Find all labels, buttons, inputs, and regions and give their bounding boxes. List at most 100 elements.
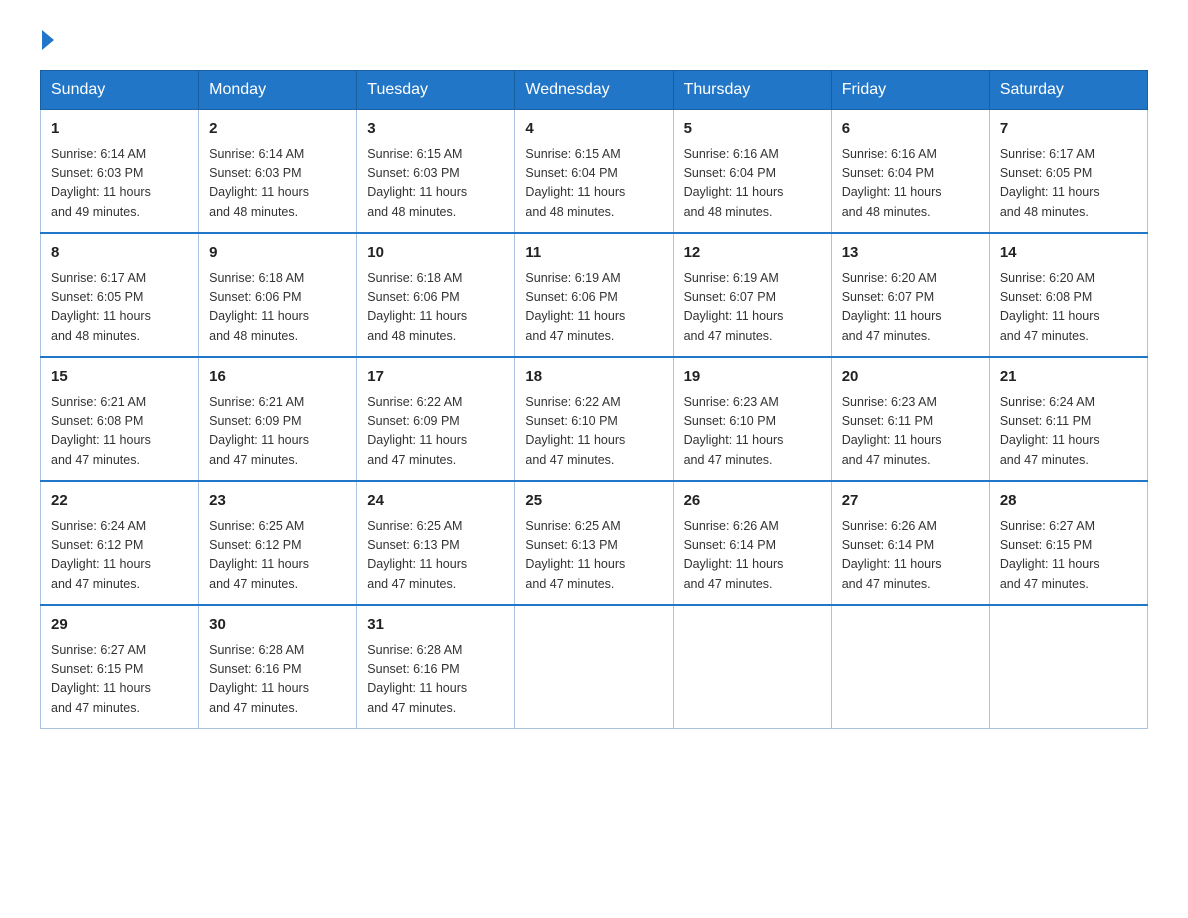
calendar-header-tuesday: Tuesday (357, 71, 515, 110)
day-info: Sunrise: 6:21 AMSunset: 6:09 PMDaylight:… (209, 393, 346, 471)
day-info: Sunrise: 6:16 AMSunset: 6:04 PMDaylight:… (842, 145, 979, 223)
calendar-cell: 16 Sunrise: 6:21 AMSunset: 6:09 PMDayligh… (199, 357, 357, 481)
day-number: 9 (209, 242, 346, 265)
day-number: 22 (51, 490, 188, 513)
day-info: Sunrise: 6:26 AMSunset: 6:14 PMDaylight:… (684, 517, 821, 595)
day-info: Sunrise: 6:19 AMSunset: 6:06 PMDaylight:… (525, 269, 662, 347)
day-info: Sunrise: 6:18 AMSunset: 6:06 PMDaylight:… (209, 269, 346, 347)
calendar-cell: 1 Sunrise: 6:14 AMSunset: 6:03 PMDaylight… (41, 110, 199, 234)
page-header (40, 30, 1148, 50)
calendar-cell: 24 Sunrise: 6:25 AMSunset: 6:13 PMDayligh… (357, 481, 515, 605)
day-number: 12 (684, 242, 821, 265)
day-number: 3 (367, 118, 504, 141)
calendar-header-row: SundayMondayTuesdayWednesdayThursdayFrid… (41, 71, 1148, 110)
day-number: 24 (367, 490, 504, 513)
calendar-week-row: 22 Sunrise: 6:24 AMSunset: 6:12 PMDayligh… (41, 481, 1148, 605)
calendar-week-row: 1 Sunrise: 6:14 AMSunset: 6:03 PMDaylight… (41, 110, 1148, 234)
day-number: 1 (51, 118, 188, 141)
calendar-cell: 2 Sunrise: 6:14 AMSunset: 6:03 PMDaylight… (199, 110, 357, 234)
day-info: Sunrise: 6:23 AMSunset: 6:11 PMDaylight:… (842, 393, 979, 471)
calendar-header-thursday: Thursday (673, 71, 831, 110)
logo (40, 30, 56, 50)
day-number: 30 (209, 614, 346, 637)
calendar-cell: 11 Sunrise: 6:19 AMSunset: 6:06 PMDayligh… (515, 233, 673, 357)
calendar-cell: 7 Sunrise: 6:17 AMSunset: 6:05 PMDaylight… (989, 110, 1147, 234)
calendar-cell: 10Sunrise: 6:18 AMSunset: 6:06 PMDayligh… (357, 233, 515, 357)
calendar-header-wednesday: Wednesday (515, 71, 673, 110)
day-info: Sunrise: 6:27 AMSunset: 6:15 PMDaylight:… (51, 641, 188, 719)
day-number: 4 (525, 118, 662, 141)
day-number: 5 (684, 118, 821, 141)
calendar-cell: 6Sunrise: 6:16 AMSunset: 6:04 PMDaylight… (831, 110, 989, 234)
calendar-cell: 30 Sunrise: 6:28 AMSunset: 6:16 PMDayligh… (199, 605, 357, 729)
calendar-cell: 31Sunrise: 6:28 AMSunset: 6:16 PMDayligh… (357, 605, 515, 729)
calendar-cell: 4Sunrise: 6:15 AMSunset: 6:04 PMDaylight… (515, 110, 673, 234)
day-info: Sunrise: 6:14 AMSunset: 6:03 PMDaylight:… (209, 145, 346, 223)
calendar-cell: 20 Sunrise: 6:23 AMSunset: 6:11 PMDayligh… (831, 357, 989, 481)
day-info: Sunrise: 6:16 AMSunset: 6:04 PMDaylight:… (684, 145, 821, 223)
day-number: 28 (1000, 490, 1137, 513)
calendar-cell (515, 605, 673, 729)
day-number: 31 (367, 614, 504, 637)
calendar-header-saturday: Saturday (989, 71, 1147, 110)
day-number: 17 (367, 366, 504, 389)
calendar-cell: 14Sunrise: 6:20 AMSunset: 6:08 PMDayligh… (989, 233, 1147, 357)
day-number: 27 (842, 490, 979, 513)
day-info: Sunrise: 6:25 AMSunset: 6:13 PMDaylight:… (367, 517, 504, 595)
calendar-table: SundayMondayTuesdayWednesdayThursdayFrid… (40, 70, 1148, 729)
day-info: Sunrise: 6:23 AMSunset: 6:10 PMDaylight:… (684, 393, 821, 471)
calendar-cell (989, 605, 1147, 729)
day-number: 23 (209, 490, 346, 513)
calendar-cell: 17 Sunrise: 6:22 AMSunset: 6:09 PMDayligh… (357, 357, 515, 481)
day-number: 8 (51, 242, 188, 265)
day-info: Sunrise: 6:24 AMSunset: 6:11 PMDaylight:… (1000, 393, 1137, 471)
day-info: Sunrise: 6:17 AMSunset: 6:05 PMDaylight:… (1000, 145, 1137, 223)
day-number: 25 (525, 490, 662, 513)
day-number: 14 (1000, 242, 1137, 265)
calendar-cell: 9 Sunrise: 6:18 AMSunset: 6:06 PMDaylight… (199, 233, 357, 357)
day-info: Sunrise: 6:17 AMSunset: 6:05 PMDaylight:… (51, 269, 188, 347)
calendar-cell (831, 605, 989, 729)
day-info: Sunrise: 6:24 AMSunset: 6:12 PMDaylight:… (51, 517, 188, 595)
day-number: 26 (684, 490, 821, 513)
day-number: 7 (1000, 118, 1137, 141)
day-number: 13 (842, 242, 979, 265)
calendar-cell: 28 Sunrise: 6:27 AMSunset: 6:15 PMDayligh… (989, 481, 1147, 605)
day-info: Sunrise: 6:15 AMSunset: 6:03 PMDaylight:… (367, 145, 504, 223)
day-number: 21 (1000, 366, 1137, 389)
calendar-cell: 15 Sunrise: 6:21 AMSunset: 6:08 PMDayligh… (41, 357, 199, 481)
calendar-cell: 19 Sunrise: 6:23 AMSunset: 6:10 PMDayligh… (673, 357, 831, 481)
calendar-cell: 18 Sunrise: 6:22 AMSunset: 6:10 PMDayligh… (515, 357, 673, 481)
day-number: 11 (525, 242, 662, 265)
day-info: Sunrise: 6:28 AMSunset: 6:16 PMDaylight:… (209, 641, 346, 719)
day-number: 19 (684, 366, 821, 389)
calendar-cell: 27Sunrise: 6:26 AMSunset: 6:14 PMDayligh… (831, 481, 989, 605)
day-info: Sunrise: 6:22 AMSunset: 6:10 PMDaylight:… (525, 393, 662, 471)
day-number: 29 (51, 614, 188, 637)
day-info: Sunrise: 6:25 AMSunset: 6:13 PMDaylight:… (525, 517, 662, 595)
day-info: Sunrise: 6:21 AMSunset: 6:08 PMDaylight:… (51, 393, 188, 471)
calendar-cell: 22 Sunrise: 6:24 AMSunset: 6:12 PMDayligh… (41, 481, 199, 605)
day-number: 16 (209, 366, 346, 389)
calendar-cell (673, 605, 831, 729)
day-info: Sunrise: 6:27 AMSunset: 6:15 PMDaylight:… (1000, 517, 1137, 595)
calendar-cell: 23Sunrise: 6:25 AMSunset: 6:12 PMDayligh… (199, 481, 357, 605)
day-number: 20 (842, 366, 979, 389)
day-number: 2 (209, 118, 346, 141)
calendar-cell: 12Sunrise: 6:19 AMSunset: 6:07 PMDayligh… (673, 233, 831, 357)
calendar-week-row: 15 Sunrise: 6:21 AMSunset: 6:08 PMDayligh… (41, 357, 1148, 481)
calendar-week-row: 8 Sunrise: 6:17 AMSunset: 6:05 PMDaylight… (41, 233, 1148, 357)
calendar-header-friday: Friday (831, 71, 989, 110)
logo-arrow-icon (42, 30, 54, 50)
calendar-header-monday: Monday (199, 71, 357, 110)
calendar-week-row: 29 Sunrise: 6:27 AMSunset: 6:15 PMDayligh… (41, 605, 1148, 729)
calendar-cell: 29 Sunrise: 6:27 AMSunset: 6:15 PMDayligh… (41, 605, 199, 729)
day-number: 15 (51, 366, 188, 389)
day-info: Sunrise: 6:22 AMSunset: 6:09 PMDaylight:… (367, 393, 504, 471)
day-info: Sunrise: 6:20 AMSunset: 6:07 PMDaylight:… (842, 269, 979, 347)
day-info: Sunrise: 6:14 AMSunset: 6:03 PMDaylight:… (51, 145, 188, 223)
day-number: 18 (525, 366, 662, 389)
calendar-cell: 21 Sunrise: 6:24 AMSunset: 6:11 PMDayligh… (989, 357, 1147, 481)
calendar-cell: 5 Sunrise: 6:16 AMSunset: 6:04 PMDaylight… (673, 110, 831, 234)
calendar-cell: 13 Sunrise: 6:20 AMSunset: 6:07 PMDayligh… (831, 233, 989, 357)
